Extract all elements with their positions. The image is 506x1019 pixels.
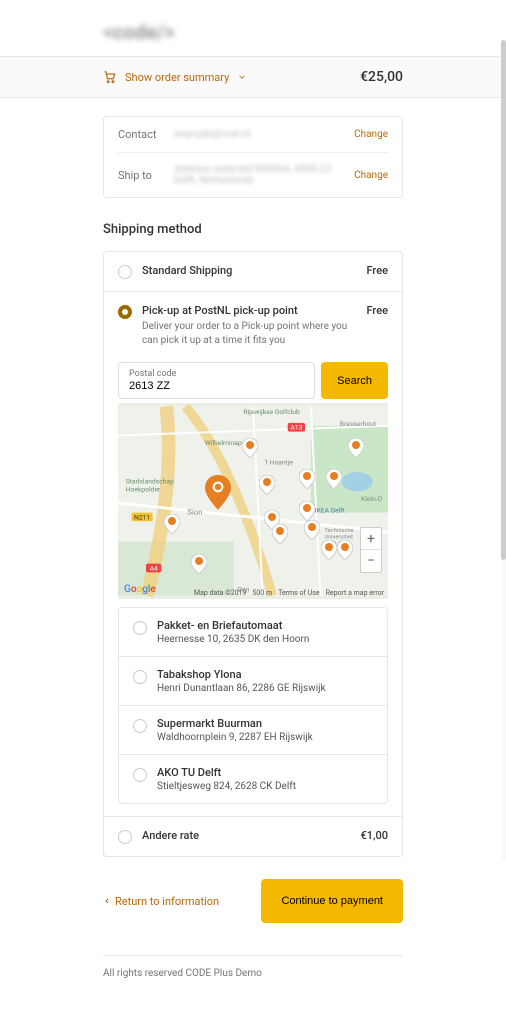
map-pin-icon[interactable] bbox=[326, 469, 342, 489]
map-background: A13 A4 N211 Rijswijkse Golfclub Wilhelmi… bbox=[118, 403, 388, 599]
option-price: €1,00 bbox=[361, 829, 388, 842]
map-pin-icon[interactable] bbox=[272, 524, 288, 544]
change-shipto-link[interactable]: Change bbox=[354, 170, 388, 181]
shipping-method-title: Shipping method bbox=[103, 222, 403, 237]
scrollbar-thumb[interactable] bbox=[501, 40, 506, 560]
map-pin-icon[interactable] bbox=[205, 475, 231, 507]
map-pin-icon[interactable] bbox=[299, 501, 315, 521]
option-desc: Deliver your order to a Pick-up point wh… bbox=[142, 320, 357, 348]
location-address: Waldhoornplein 9, 2287 EH Rijswijk bbox=[157, 732, 313, 743]
logo: <code/> bbox=[0, 0, 506, 56]
location-address: Stieltjesweg 824, 2628 CK Delft bbox=[157, 781, 296, 792]
radio-pickup[interactable] bbox=[118, 305, 132, 319]
shipto-label: Ship to bbox=[118, 169, 174, 182]
cart-icon bbox=[103, 70, 117, 84]
contact-value: example@mail.nl bbox=[174, 129, 354, 140]
option-label: Standard Shipping bbox=[142, 264, 357, 277]
svg-text:A13: A13 bbox=[290, 424, 302, 432]
svg-text:Brasserhout: Brasserhout bbox=[340, 420, 376, 428]
map-zoom-controls: + − bbox=[360, 527, 382, 573]
postal-label: Postal code bbox=[129, 369, 304, 379]
location-address: Heernesse 10, 2635 DK den Hoorn bbox=[157, 634, 309, 645]
zoom-out-button[interactable]: − bbox=[361, 550, 381, 572]
zoom-in-button[interactable]: + bbox=[361, 528, 381, 550]
radio-standard[interactable] bbox=[118, 265, 132, 279]
change-contact-link[interactable]: Change bbox=[354, 129, 388, 140]
map-pin-icon[interactable] bbox=[337, 540, 353, 560]
chevron-left-icon bbox=[103, 897, 111, 905]
copyright: All rights reserved CODE Plus Demo bbox=[103, 968, 403, 979]
option-price: Free bbox=[367, 264, 389, 277]
pickup-map[interactable]: A13 A4 N211 Rijswijkse Golfclub Wilhelmi… bbox=[118, 403, 388, 599]
option-label: Andere rate bbox=[142, 829, 351, 842]
map-pin-icon[interactable] bbox=[299, 469, 315, 489]
pickup-location-item[interactable]: Tabakshop Ylona Henri Dunantlaan 86, 2286… bbox=[119, 657, 387, 706]
radio-andere[interactable] bbox=[118, 830, 132, 844]
pickup-location-item[interactable]: Supermarkt Buurman Waldhoornplein 9, 2287… bbox=[119, 706, 387, 755]
return-to-information-link[interactable]: Return to information bbox=[103, 895, 219, 908]
svg-text:IKEA Delft: IKEA Delft bbox=[315, 507, 345, 515]
order-summary-toggle[interactable]: Show order summary bbox=[103, 70, 247, 84]
map-pin-icon[interactable] bbox=[348, 438, 364, 458]
order-summary-label: Show order summary bbox=[125, 71, 229, 84]
pickup-location-radio[interactable] bbox=[133, 719, 147, 733]
pickup-location-radio[interactable] bbox=[133, 768, 147, 782]
pickup-location-item[interactable]: Pakket- en Briefautomaat Heernesse 10, 26… bbox=[119, 608, 387, 657]
order-total: €25,00 bbox=[360, 69, 403, 85]
svg-text:Rijswijkse Golfclub: Rijswijkse Golfclub bbox=[243, 408, 300, 416]
svg-text:Klein-D: Klein-D bbox=[361, 495, 383, 503]
svg-text:'t Haantje: 't Haantje bbox=[265, 458, 294, 466]
map-pin-icon[interactable] bbox=[304, 520, 320, 540]
map-pin-icon[interactable] bbox=[321, 540, 337, 560]
map-pin-icon[interactable] bbox=[164, 514, 180, 534]
svg-text:Sion: Sion bbox=[187, 508, 202, 517]
location-name: Supermarkt Buurman bbox=[157, 717, 313, 730]
map-pin-icon[interactable] bbox=[259, 475, 275, 495]
shipping-option-andere[interactable]: Andere rate €1,00 bbox=[104, 817, 402, 856]
map-attribution: Map data ©2019 500 m Terms of Use Report… bbox=[194, 589, 384, 597]
continue-to-payment-button[interactable]: Continue to payment bbox=[261, 879, 403, 923]
contact-label: Contact bbox=[118, 128, 174, 141]
option-price: Free bbox=[367, 304, 389, 317]
pickup-location-radio[interactable] bbox=[133, 670, 147, 684]
svg-text:N211: N211 bbox=[134, 513, 150, 521]
svg-text:A4: A4 bbox=[150, 564, 158, 572]
postal-input[interactable] bbox=[129, 380, 304, 392]
search-button[interactable]: Search bbox=[321, 362, 388, 399]
location-name: Pakket- en Briefautomaat bbox=[157, 619, 309, 632]
map-pin-icon[interactable] bbox=[242, 438, 258, 458]
postal-field[interactable]: Postal code bbox=[118, 362, 315, 399]
google-logo: Google bbox=[124, 584, 156, 595]
location-name: Tabakshop Ylona bbox=[157, 668, 326, 681]
contact-ship-box: Contact example@mail.nl Change Ship to A… bbox=[103, 116, 403, 198]
shipping-option-standard[interactable]: Standard Shipping Free bbox=[104, 252, 402, 292]
order-summary-bar: Show order summary €25,00 bbox=[0, 56, 506, 98]
back-label: Return to information bbox=[115, 895, 219, 908]
location-name: AKO TU Delft bbox=[157, 766, 296, 779]
pickup-location-item[interactable]: AKO TU Delft Stieltjesweg 824, 2628 CK De… bbox=[119, 755, 387, 803]
map-pin-icon[interactable] bbox=[191, 554, 207, 574]
pickup-location-list: Pakket- en Briefautomaat Heernesse 10, 26… bbox=[118, 607, 388, 804]
shipto-value: Address redacted 0000AA, 0000 ZZ Delft, … bbox=[174, 164, 354, 186]
option-label: Pick-up at PostNL pick-up point bbox=[142, 304, 357, 317]
shipping-option-pickup[interactable]: Pick-up at PostNL pick-up point Deliver … bbox=[104, 292, 402, 817]
location-address: Henri Dunantlaan 86, 2286 GE Rijswijk bbox=[157, 683, 326, 694]
shipping-options: Standard Shipping Free Pick-up at PostNL… bbox=[103, 251, 403, 857]
chevron-down-icon bbox=[237, 72, 247, 82]
pickup-location-radio[interactable] bbox=[133, 621, 147, 635]
